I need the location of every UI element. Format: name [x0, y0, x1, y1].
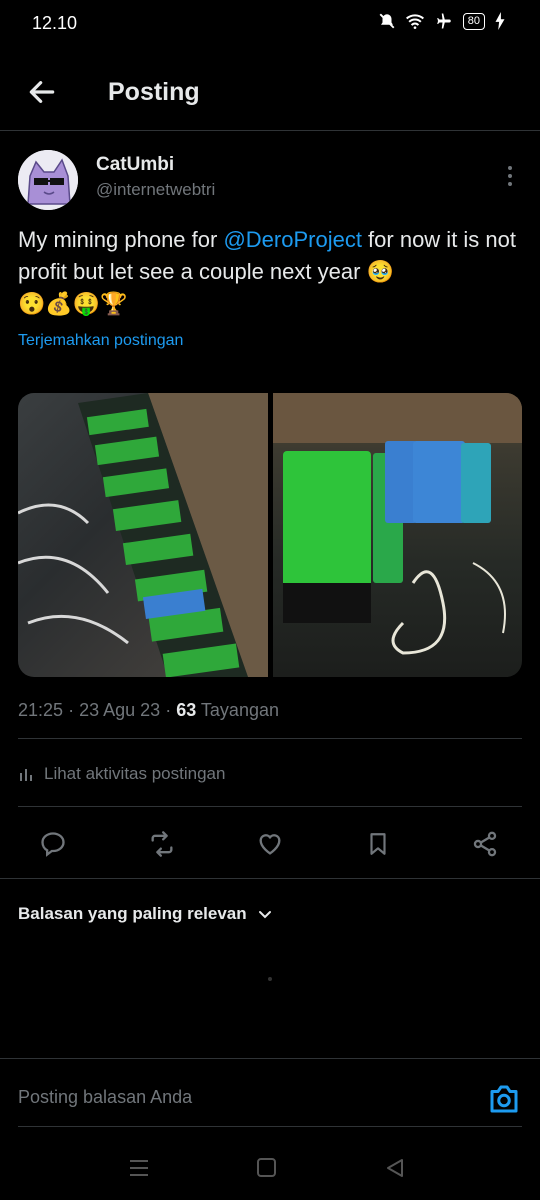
- divider: [0, 878, 540, 879]
- home-icon[interactable]: [256, 1157, 278, 1179]
- tweet-time: 21:25: [18, 700, 64, 720]
- media-grid: [18, 393, 522, 677]
- activity-label: Lihat aktivitas postingan: [44, 764, 226, 783]
- views-label: Tayangan: [200, 700, 279, 720]
- status-bar: 12.10 80: [0, 0, 540, 48]
- repost-icon: [151, 831, 173, 857]
- wifi-icon: [405, 14, 424, 29]
- photo-illustration: [272, 393, 522, 655]
- reply-underline: [18, 1126, 522, 1127]
- views-count: 63: [176, 700, 197, 720]
- like-button[interactable]: [248, 822, 292, 866]
- charging-icon: [495, 12, 505, 30]
- back-arrow-icon[interactable]: [26, 76, 58, 108]
- separator: ·: [68, 700, 75, 720]
- airplane-icon: [437, 13, 451, 29]
- more-vertical-icon[interactable]: [498, 162, 522, 190]
- tweet-text-part: My mining phone for: [18, 227, 224, 252]
- share-button[interactable]: [463, 822, 507, 866]
- separator: ·: [165, 700, 172, 720]
- system-nav-bar: [0, 1140, 540, 1200]
- author-handle[interactable]: @internetwebtri: [96, 180, 215, 200]
- tweet-actions: [0, 822, 540, 866]
- reply-composer: Posting balasan Anda: [0, 1058, 540, 1129]
- top-app-bar: Posting: [0, 58, 540, 131]
- tweet-date: 23 Agu 23: [79, 700, 161, 720]
- bar-chart-icon: [20, 769, 32, 781]
- reply-input[interactable]: Posting balasan Anda: [18, 1087, 192, 1108]
- photo-mining-phones-2[interactable]: [272, 393, 522, 677]
- chevron-down-icon: [258, 911, 271, 919]
- share-icon: [473, 831, 497, 857]
- avatar[interactable]: [18, 150, 78, 210]
- bookmark-button[interactable]: [356, 822, 400, 866]
- status-time: 12.10: [32, 13, 78, 33]
- author-name[interactable]: CatUmbi: [96, 154, 174, 176]
- recent-apps-icon[interactable]: [128, 1158, 150, 1178]
- bookmark-icon: [370, 833, 386, 855]
- tweet-meta: 21:25 · 23 Agu 23 · 63 Tayangan: [18, 700, 279, 721]
- back-nav-icon[interactable]: [384, 1157, 406, 1179]
- status-icons: 80: [378, 12, 506, 30]
- reply-button[interactable]: [31, 822, 75, 866]
- mention-link[interactable]: @DeroProject: [223, 227, 362, 252]
- replies-sort-label: Balasan yang paling relevan: [18, 904, 247, 923]
- camera-icon[interactable]: [486, 1081, 522, 1117]
- divider: [18, 806, 522, 807]
- loading-dot: [268, 977, 272, 981]
- tweet-text: My mining phone for @DeroProject for now…: [18, 224, 528, 320]
- mute-icon: [379, 13, 395, 29]
- photo-illustration: [18, 393, 268, 677]
- battery-indicator: 80: [462, 12, 485, 30]
- page-title: Posting: [108, 78, 200, 106]
- photo-mining-phones-1[interactable]: [18, 393, 268, 677]
- repost-button[interactable]: [140, 822, 184, 866]
- replies-sort-dropdown[interactable]: Balasan yang paling relevan: [18, 904, 273, 924]
- tweet-emoji-line: 😯💰🤑🏆: [18, 291, 128, 316]
- cat-avatar-image: [18, 150, 78, 210]
- divider: [18, 738, 522, 739]
- reply-icon: [41, 832, 65, 857]
- like-icon: [259, 834, 281, 855]
- translate-link[interactable]: Terjemahkan postingan: [18, 332, 183, 350]
- post-activity-link[interactable]: Lihat aktivitas postingan: [18, 764, 225, 784]
